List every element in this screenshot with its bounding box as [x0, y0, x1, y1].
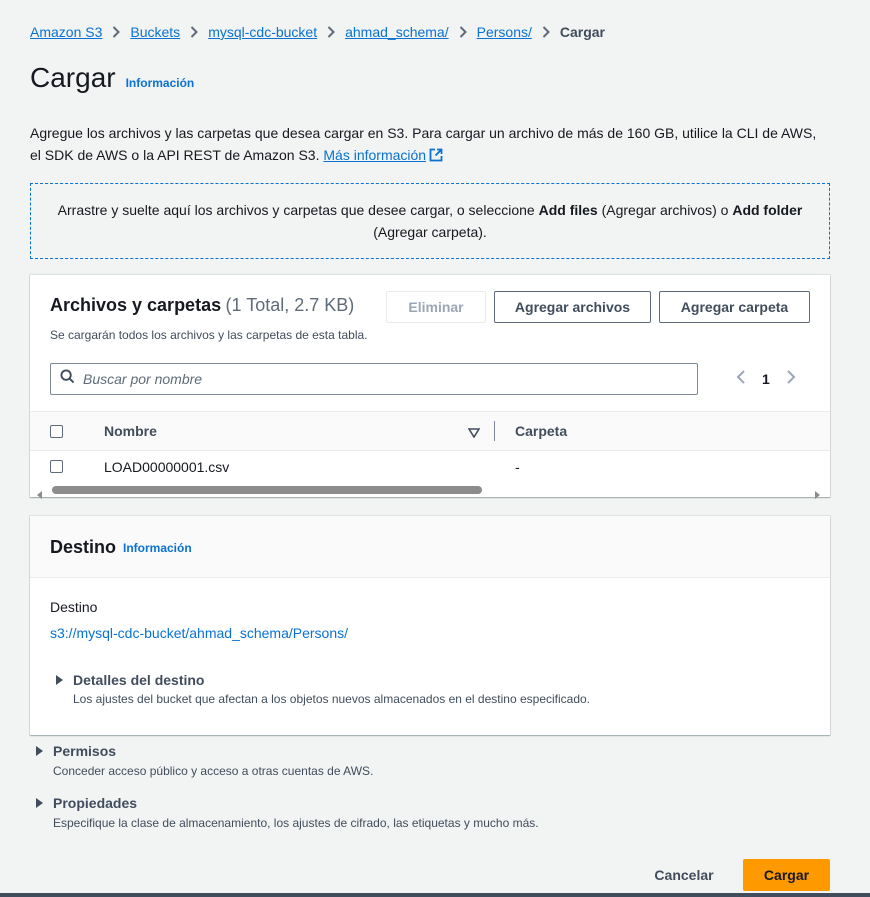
properties-title: Propiedades [53, 795, 138, 811]
chevron-right-icon [327, 26, 336, 38]
files-panel-header: Archivos y carpetas (1 Total, 2.7 KB) [50, 295, 354, 316]
destination-title: Destino [50, 537, 117, 557]
add-files-button[interactable]: Agregar archivos [494, 291, 651, 323]
breadcrumb-amazon-s3[interactable]: Amazon S3 [30, 24, 102, 40]
permissions-expander[interactable]: Permisos [36, 743, 116, 759]
current-page[interactable]: 1 [762, 371, 770, 387]
external-link-icon [429, 146, 443, 168]
files-panel-title: Archivos y carpetas [50, 295, 222, 315]
dropzone-text: Arrastre y suelte aquí los archivos y ca… [58, 199, 803, 243]
more-info-link[interactable]: Más información [323, 147, 443, 163]
page-description: Agregue los archivos y las carpetas que … [30, 122, 830, 168]
row-folder: - [515, 459, 520, 475]
files-panel-subtitle: Se cargarán todos los archivos y las car… [50, 328, 368, 342]
caret-right-icon [56, 675, 63, 685]
destination-header: Destino Información [30, 516, 830, 578]
scroll-left-icon[interactable] [37, 486, 43, 504]
row-checkbox[interactable] [50, 460, 63, 473]
sort-down-icon[interactable] [467, 425, 481, 443]
add-folder-button[interactable]: Agregar carpeta [659, 291, 810, 323]
cancel-button[interactable]: Cancelar [644, 859, 724, 891]
chevron-right-icon [542, 26, 550, 38]
dropzone-add-files: Add files [538, 202, 598, 218]
destination-label: Destino [50, 599, 98, 615]
more-info-label: Más información [323, 147, 427, 163]
breadcrumb-persons[interactable]: Persons/ [477, 24, 532, 40]
table-header: Nombre Carpeta [30, 411, 830, 451]
chevron-right-icon [190, 26, 199, 38]
caret-right-icon [36, 746, 43, 756]
breadcrumb: Amazon S3 Buckets mysql-cdc-bucket ahmad… [30, 22, 605, 42]
destination-details-title: Detalles del destino [73, 672, 205, 688]
dropzone-add-folder: Add folder [732, 202, 803, 218]
breadcrumb-current: Cargar [559, 24, 606, 40]
permissions-title: Permisos [53, 743, 117, 759]
horizontal-scrollbar[interactable] [30, 483, 830, 499]
search-icon [60, 369, 75, 389]
breadcrumb-schema[interactable]: ahmad_schema/ [345, 24, 449, 40]
chevron-left-icon[interactable] [736, 369, 746, 389]
chevron-right-icon [112, 26, 121, 38]
row-file-name: LOAD00000001.csv [104, 459, 230, 475]
info-link[interactable]: Información [126, 76, 195, 90]
page-header: Cargar Información [30, 62, 194, 94]
files-count: (1 Total, 2.7 KB) [225, 295, 355, 315]
breadcrumb-buckets[interactable]: Buckets [130, 24, 180, 40]
chevron-right-icon[interactable] [786, 369, 796, 389]
bottom-bar [0, 893, 870, 897]
search-input[interactable]: Buscar por nombre [50, 363, 698, 395]
scroll-thumb[interactable] [52, 486, 482, 494]
caret-right-icon [36, 798, 43, 808]
pagination: 1 [736, 363, 796, 395]
destination-details-expander[interactable]: Detalles del destino [56, 672, 204, 688]
search-placeholder: Buscar por nombre [83, 371, 203, 387]
column-header-name[interactable]: Nombre [104, 423, 157, 439]
table-row: LOAD00000001.csv - [30, 451, 830, 483]
chevron-right-icon [459, 26, 467, 38]
breadcrumb-bucket[interactable]: mysql-cdc-bucket [208, 24, 317, 40]
dropzone-text-part: (Agregar archivos) o [597, 202, 733, 218]
dropzone-text-part: Arrastre y suelte aquí los archivos y ca… [57, 202, 539, 218]
remove-button[interactable]: Eliminar [386, 291, 486, 323]
destination-path-link[interactable]: s3://mysql-cdc-bucket/ahmad_schema/Perso… [50, 625, 348, 641]
destination-panel: Destino Información Destino s3://mysql-c… [30, 516, 830, 735]
files-folders-panel: Archivos y carpetas (1 Total, 2.7 KB) Se… [30, 275, 830, 499]
file-dropzone[interactable]: Arrastre y suelte aquí los archivos y ca… [30, 183, 830, 259]
column-divider[interactable] [494, 421, 495, 441]
destination-details-subtitle: Los ajustes del bucket que afectan a los… [73, 692, 591, 706]
properties-subtitle: Especifique la clase de almacenamiento, … [53, 816, 539, 830]
select-all-checkbox[interactable] [50, 425, 63, 438]
dropzone-text-part: (Agregar carpeta). [373, 224, 487, 240]
column-header-folder[interactable]: Carpeta [515, 423, 567, 439]
properties-expander[interactable]: Propiedades [36, 795, 137, 811]
destination-info-link[interactable]: Información [123, 541, 192, 555]
upload-button[interactable]: Cargar [743, 859, 830, 891]
scroll-right-icon[interactable] [815, 486, 821, 504]
permissions-subtitle: Conceder acceso público y acceso a otras… [53, 764, 374, 778]
page-title: Cargar [30, 62, 116, 93]
